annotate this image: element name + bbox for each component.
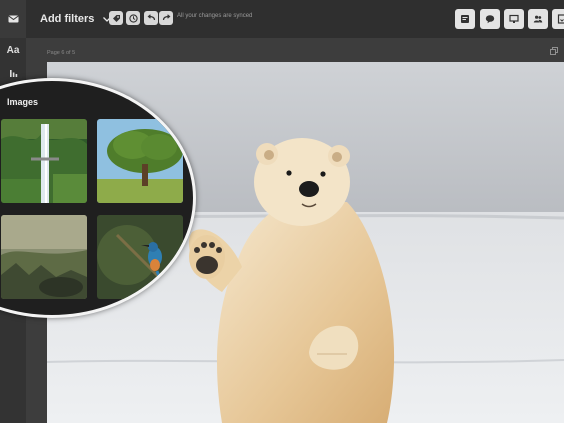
- mail-icon: [7, 15, 19, 23]
- history-button[interactable]: [126, 11, 140, 25]
- export-icon: [557, 14, 564, 24]
- notes-button[interactable]: [455, 9, 475, 29]
- mountain-valley-image: [1, 215, 87, 299]
- users-icon: [533, 15, 543, 23]
- editor-app: Add filters All your changes are synced …: [0, 0, 564, 423]
- copy-icon[interactable]: [550, 47, 558, 55]
- comments-button[interactable]: [480, 9, 500, 29]
- redo-button[interactable]: [159, 11, 173, 25]
- tag-icon: [112, 14, 120, 22]
- page-indicator: Page 6 of 5: [47, 50, 76, 56]
- text-icon: Aa: [6, 44, 20, 56]
- top-toolbar: Add filters All your changes are synced: [0, 0, 564, 38]
- present-button[interactable]: [504, 9, 524, 29]
- clock-icon: [128, 13, 138, 23]
- sidebar-item-text[interactable]: Aa: [0, 39, 26, 61]
- thumbnail-mountain-valley[interactable]: [1, 215, 87, 299]
- comment-icon: [485, 15, 495, 24]
- redo-icon: [162, 14, 170, 21]
- images-panel-title: Images: [7, 97, 39, 107]
- tag-button[interactable]: [109, 11, 123, 25]
- undo-icon: [147, 14, 155, 21]
- thumbnail-tree[interactable]: [97, 119, 183, 203]
- monitor-icon: [509, 14, 519, 23]
- waterfall-image: [1, 119, 87, 203]
- sync-status: All your changes are synced: [177, 13, 253, 19]
- add-filters-dropdown[interactable]: Add filters: [40, 11, 112, 27]
- add-filters-label: Add filters: [40, 13, 95, 25]
- undo-button[interactable]: [144, 11, 158, 25]
- note-icon: [461, 15, 469, 23]
- export-button[interactable]: [552, 9, 564, 29]
- mail-button[interactable]: [0, 0, 26, 38]
- share-button[interactable]: [528, 9, 548, 29]
- kingfisher-image: [97, 215, 183, 299]
- tree-image: [97, 119, 183, 203]
- thumbnail-kingfisher[interactable]: [97, 215, 183, 299]
- chart-icon: [9, 69, 17, 77]
- thumbnail-waterfall[interactable]: [1, 119, 87, 203]
